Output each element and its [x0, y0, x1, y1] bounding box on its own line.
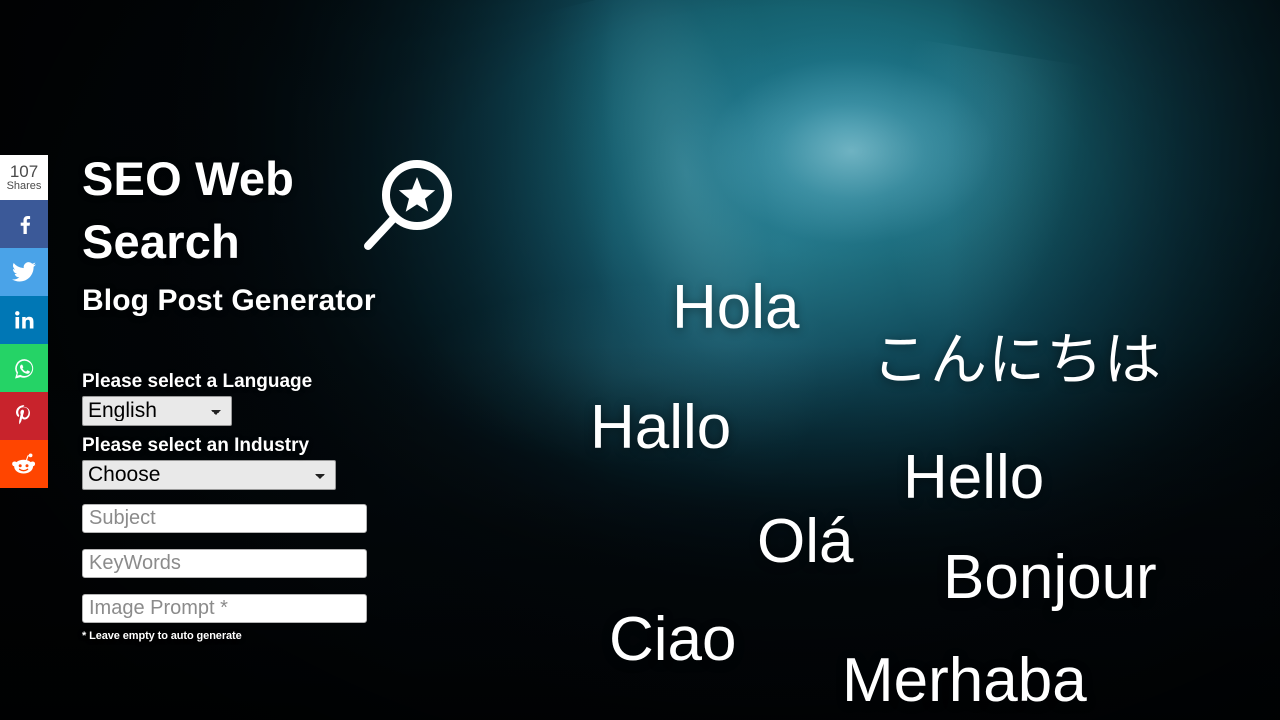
greeting-konnichiwa: こんにちは — [872, 327, 1162, 393]
greeting-merhaba: Merhaba — [842, 646, 1087, 715]
share-count-label: Shares — [6, 179, 42, 192]
share-button-linkedin[interactable] — [0, 296, 48, 344]
share-button-reddit[interactable] — [0, 440, 48, 488]
keywords-input[interactable] — [82, 548, 367, 578]
greeting-hello: Hello — [903, 443, 1045, 512]
page-subtitle: Blog Post Generator — [82, 283, 376, 317]
share-count: 107 Shares — [0, 155, 48, 200]
industry-label: Please select an Industry — [82, 434, 310, 456]
share-button-pinterest[interactable] — [0, 392, 48, 440]
language-select[interactable]: English — [82, 395, 232, 426]
greeting-hola: Hola — [672, 273, 800, 342]
language-label: Please select a Language — [82, 370, 313, 392]
greeting-ciao: Ciao — [609, 605, 737, 674]
subject-input[interactable] — [82, 503, 367, 533]
share-button-whatsapp[interactable] — [0, 344, 48, 392]
greeting-bonjour: Bonjour — [943, 543, 1157, 612]
whatsapp-icon — [13, 357, 36, 380]
magnifier-star-icon — [358, 154, 454, 263]
pinterest-icon — [14, 404, 34, 428]
page-root: 107 Shares SEO Web Search Blog Post Gene… — [0, 0, 1280, 720]
twitter-icon — [12, 262, 36, 282]
greeting-ola: Olá — [757, 507, 854, 576]
linkedin-icon — [13, 309, 35, 331]
share-button-facebook[interactable] — [0, 200, 48, 248]
facebook-icon — [14, 213, 34, 235]
brand-title: SEO Web Search — [82, 152, 295, 268]
share-button-twitter[interactable] — [0, 248, 48, 296]
blog-post-generator-form: Please select a Language English Please … — [82, 371, 462, 642]
reddit-icon — [12, 453, 36, 475]
left-content-column: SEO Web Search Blog Post Generator Pleas… — [82, 148, 462, 642]
greeting-hallo: Hallo — [590, 393, 732, 462]
industry-select[interactable]: Choose — [82, 459, 336, 490]
social-share-rail: 107 Shares — [0, 155, 48, 488]
image-prompt-input[interactable] — [82, 593, 367, 623]
brand-header: SEO Web Search — [82, 148, 462, 274]
share-count-number: 107 — [9, 161, 39, 181]
image-prompt-note: * Leave empty to auto generate — [82, 629, 242, 642]
